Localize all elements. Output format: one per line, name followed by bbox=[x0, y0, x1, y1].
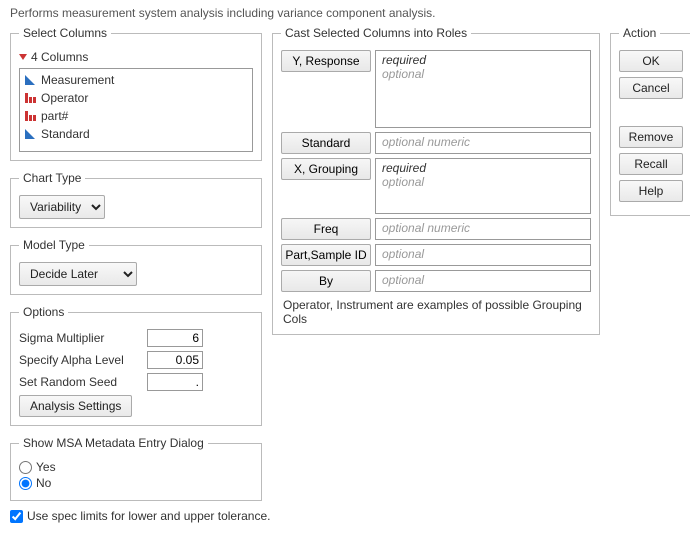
recall-button[interactable]: Recall bbox=[619, 153, 683, 175]
select-columns-group: Select Columns 4 Columns Measurement Ope… bbox=[10, 26, 262, 161]
optional-hint: optional bbox=[382, 67, 584, 81]
col-name: Measurement bbox=[41, 72, 114, 88]
freq-button[interactable]: Freq bbox=[281, 218, 371, 240]
cancel-button[interactable]: Cancel bbox=[619, 77, 683, 99]
spec-limits-checkbox[interactable] bbox=[10, 510, 23, 523]
spec-limits-row[interactable]: Use spec limits for lower and upper tole… bbox=[10, 509, 680, 523]
freq-box[interactable]: optional numeric bbox=[375, 218, 591, 240]
list-item[interactable]: Measurement bbox=[22, 71, 250, 89]
chart-type-group: Chart Type Variability bbox=[10, 171, 262, 228]
sigma-label: Sigma Multiplier bbox=[19, 331, 147, 345]
action-group: Action OK Cancel Remove Recall Help bbox=[610, 26, 690, 216]
list-item[interactable]: part# bbox=[22, 107, 250, 125]
triangle-down-icon bbox=[19, 54, 27, 60]
msa-yes-row[interactable]: Yes bbox=[19, 460, 253, 474]
msa-no-label: No bbox=[36, 476, 51, 490]
alpha-input[interactable] bbox=[147, 351, 203, 369]
chart-type-legend: Chart Type bbox=[19, 171, 85, 185]
model-type-select[interactable]: Decide Later bbox=[19, 262, 137, 286]
select-columns-legend: Select Columns bbox=[19, 26, 111, 40]
model-type-group: Model Type Decide Later bbox=[10, 238, 262, 295]
seed-label: Set Random Seed bbox=[19, 375, 147, 389]
list-item[interactable]: Operator bbox=[22, 89, 250, 107]
msa-yes-radio[interactable] bbox=[19, 461, 32, 474]
standard-box[interactable]: optional numeric bbox=[375, 132, 591, 154]
required-hint: required bbox=[382, 161, 584, 175]
sigma-input[interactable] bbox=[147, 329, 203, 347]
by-button[interactable]: By bbox=[281, 270, 371, 292]
analysis-settings-button[interactable]: Analysis Settings bbox=[19, 395, 132, 417]
nominal-icon bbox=[24, 110, 36, 122]
msa-yes-label: Yes bbox=[36, 460, 56, 474]
x-grouping-button[interactable]: X, Grouping bbox=[281, 158, 371, 180]
msa-dialog-group: Show MSA Metadata Entry Dialog Yes No bbox=[10, 436, 262, 501]
columns-count-toggle[interactable]: 4 Columns bbox=[19, 50, 253, 64]
col-name: Standard bbox=[41, 126, 90, 142]
msa-no-radio[interactable] bbox=[19, 477, 32, 490]
msa-no-row[interactable]: No bbox=[19, 476, 253, 490]
x-grouping-box[interactable]: required optional bbox=[375, 158, 591, 214]
col-name: part# bbox=[41, 108, 68, 124]
continuous-icon bbox=[24, 128, 36, 140]
cast-roles-legend: Cast Selected Columns into Roles bbox=[281, 26, 471, 40]
action-legend: Action bbox=[619, 26, 660, 40]
optional-numeric-hint: optional numeric bbox=[382, 135, 584, 149]
optional-numeric-hint: optional numeric bbox=[382, 221, 584, 235]
msa-dialog-legend: Show MSA Metadata Entry Dialog bbox=[19, 436, 208, 450]
y-response-box[interactable]: required optional bbox=[375, 50, 591, 128]
standard-button[interactable]: Standard bbox=[281, 132, 371, 154]
ok-button[interactable]: OK bbox=[619, 50, 683, 72]
help-button[interactable]: Help bbox=[619, 180, 683, 202]
col-name: Operator bbox=[41, 90, 88, 106]
cast-roles-group: Cast Selected Columns into Roles Y, Resp… bbox=[272, 26, 600, 335]
part-sample-button[interactable]: Part,Sample ID bbox=[281, 244, 371, 266]
options-legend: Options bbox=[19, 305, 68, 319]
nominal-icon bbox=[24, 92, 36, 104]
y-response-button[interactable]: Y, Response bbox=[281, 50, 371, 72]
grouping-hint: Operator, Instrument are examples of pos… bbox=[281, 298, 591, 326]
list-item[interactable]: Standard bbox=[22, 125, 250, 143]
by-box[interactable]: optional bbox=[375, 270, 591, 292]
optional-hint: optional bbox=[382, 247, 584, 261]
chart-type-select[interactable]: Variability bbox=[19, 195, 105, 219]
optional-hint: optional bbox=[382, 273, 584, 287]
remove-button[interactable]: Remove bbox=[619, 126, 683, 148]
seed-input[interactable] bbox=[147, 373, 203, 391]
model-type-legend: Model Type bbox=[19, 238, 89, 252]
part-sample-box[interactable]: optional bbox=[375, 244, 591, 266]
columns-count-label: 4 Columns bbox=[31, 50, 88, 64]
options-group: Options Sigma Multiplier Specify Alpha L… bbox=[10, 305, 262, 426]
columns-list[interactable]: Measurement Operator part# Standard bbox=[19, 68, 253, 152]
alpha-label: Specify Alpha Level bbox=[19, 353, 147, 367]
required-hint: required bbox=[382, 53, 584, 67]
optional-hint: optional bbox=[382, 175, 584, 189]
spec-limits-label: Use spec limits for lower and upper tole… bbox=[27, 509, 270, 523]
continuous-icon bbox=[24, 74, 36, 86]
dialog-description: Performs measurement system analysis inc… bbox=[10, 6, 680, 20]
